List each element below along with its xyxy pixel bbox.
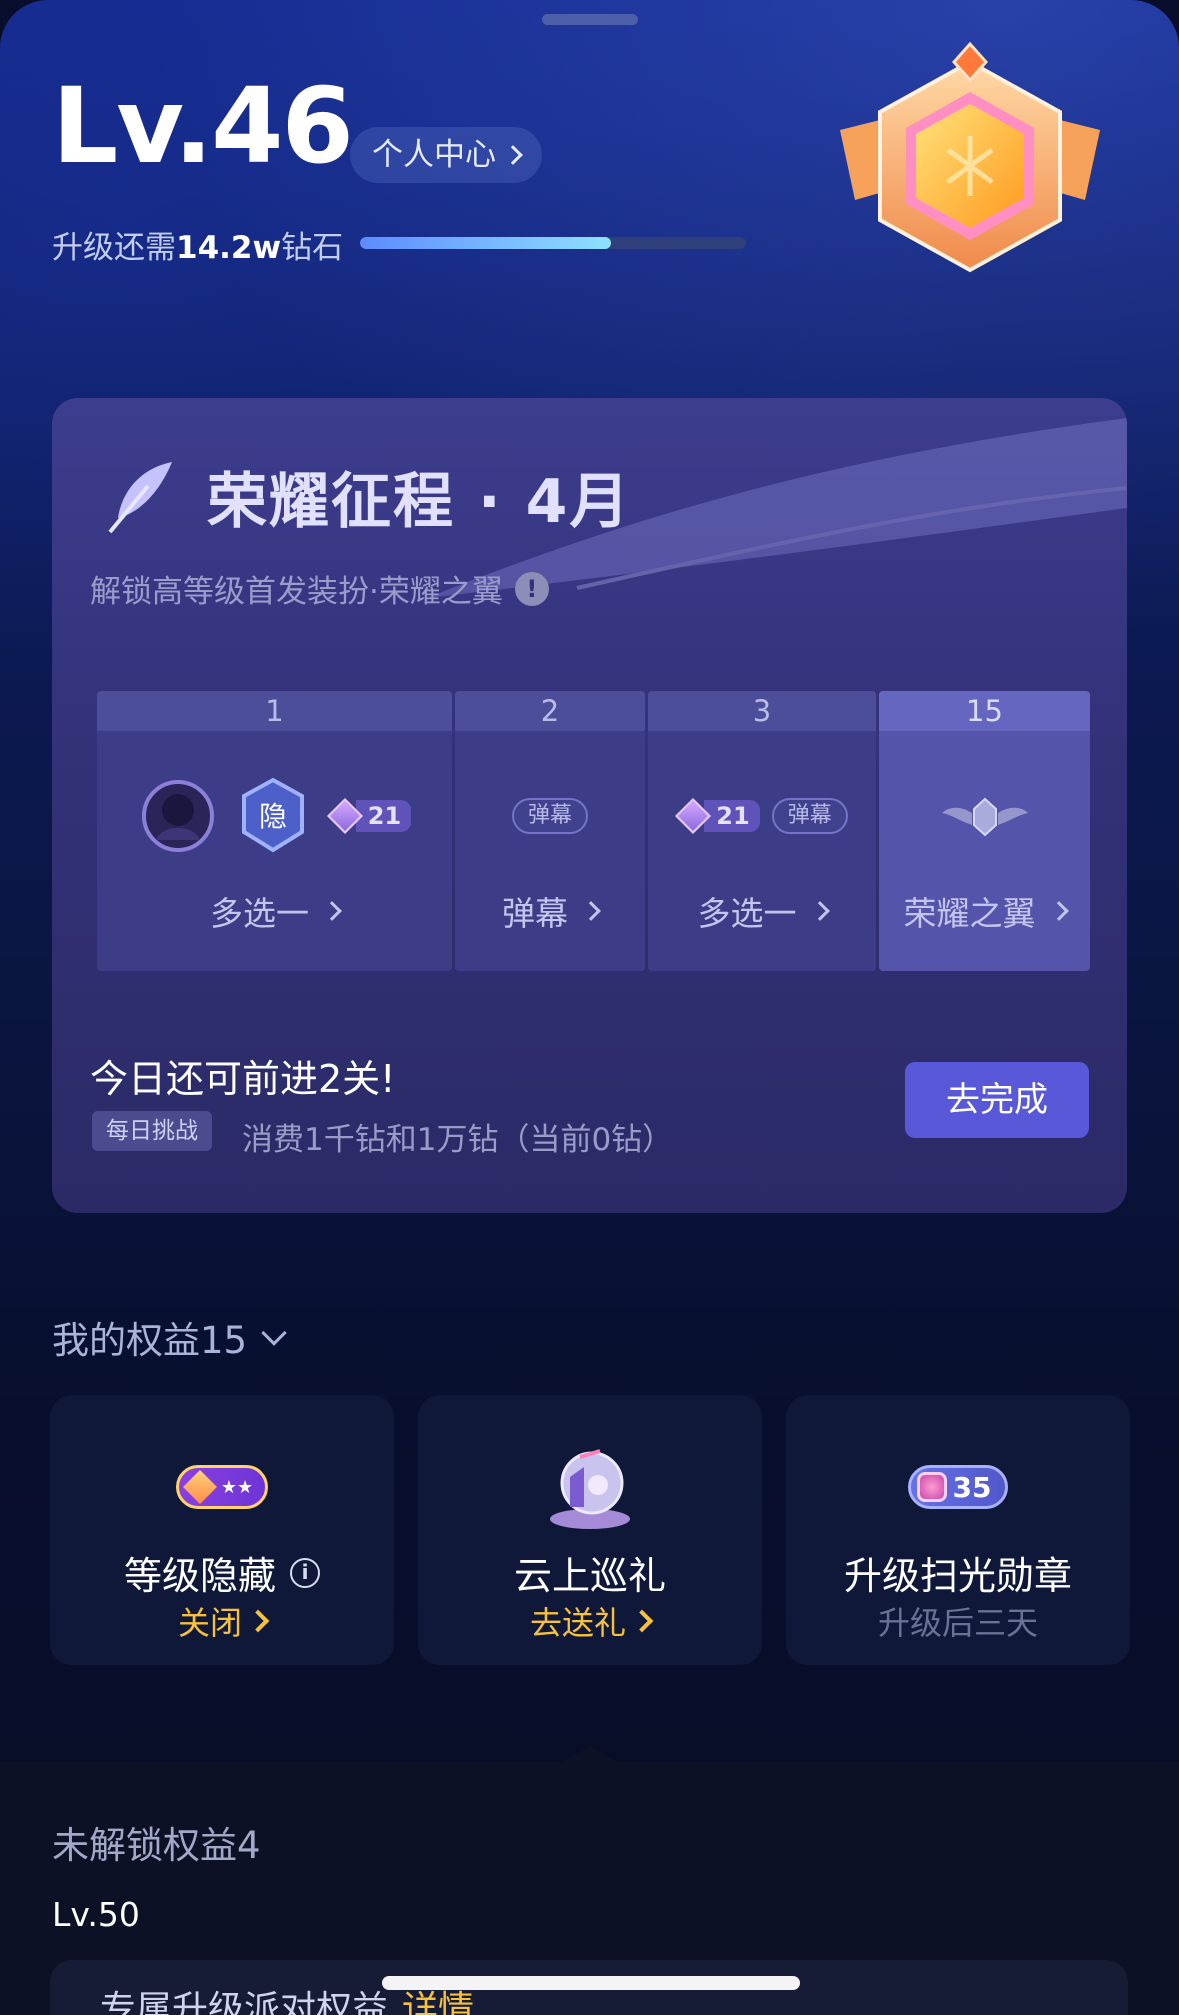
right-action[interactable]: 关闭: [50, 1598, 394, 1644]
step-label-text: 多选一: [697, 894, 797, 933]
reward-step-15[interactable]: 15 荣耀之翼: [879, 691, 1090, 971]
right-title-row: 云上巡礼: [418, 1545, 762, 1600]
step-label-text: 弹幕: [502, 894, 568, 933]
right-icon-wrap: [418, 1437, 762, 1537]
level-badge-icon: [840, 41, 1100, 273]
go-complete-button[interactable]: 去完成: [905, 1062, 1089, 1138]
personal-center-label: 个人中心: [372, 137, 496, 173]
step-rewards: [879, 771, 1090, 861]
right-title-row: 等级隐藏 i: [50, 1545, 394, 1600]
reward-steps: 1 隐 21 多选一 2 弹幕 弹幕 3 21 弹幕 多选一 15 荣耀之翼: [97, 691, 1090, 971]
avatar-frame-icon: [141, 780, 214, 852]
level-sheet: Lv.46 个人中心 升级还需14.2w钻石 荣耀征程 · 4月 解锁高等级首发…: [0, 0, 1179, 2015]
chevron-right-icon: [322, 901, 342, 921]
right-action[interactable]: 去送礼: [418, 1598, 762, 1644]
glory-subtitle: 解锁高等级首发装扮·荣耀之翼: [90, 574, 503, 610]
upgrade-prefix: 升级还需: [52, 230, 176, 266]
sheet-grabber[interactable]: [542, 14, 638, 25]
chevron-right-icon: [630, 1609, 654, 1633]
danmaku-chip: 弹幕: [511, 798, 588, 834]
right-status-label: 升级后三天: [877, 1604, 1038, 1642]
upgrade-requirement: 升级还需14.2w钻石: [52, 222, 343, 267]
step-label-text: 荣耀之翼: [903, 894, 1036, 933]
glory-title: 荣耀征程 · 4月: [207, 467, 632, 537]
level-value: Lv.46: [52, 65, 354, 187]
rights-list: ★★ 等级隐藏 i 关闭 云上巡礼 去送礼 35 升级扫光勋章 升级后三天: [50, 1395, 1130, 1665]
feather-icon: [108, 462, 172, 534]
right-icon-wrap: 35: [786, 1437, 1130, 1537]
chevron-down-icon: [261, 1320, 287, 1346]
medal-level: 35: [952, 1470, 992, 1504]
diamond-21-icon: 21: [675, 797, 760, 835]
locked-rights-title: 未解锁权益4: [52, 1824, 261, 1867]
level-hide-icon: ★★: [175, 1465, 269, 1509]
right-level-hide[interactable]: ★★ 等级隐藏 i 关闭: [50, 1395, 394, 1665]
svg-text:隐: 隐: [259, 800, 287, 833]
right-shine-medal[interactable]: 35 升级扫光勋章 升级后三天: [786, 1395, 1130, 1665]
right-icon-wrap: ★★: [50, 1437, 394, 1537]
step-number: 1: [97, 691, 452, 731]
step-number: 15: [879, 691, 1090, 731]
upgrade-amount: 14.2w: [176, 230, 282, 266]
step-label: 多选一: [648, 887, 876, 935]
step-label: 弹幕: [455, 887, 645, 935]
reward-step-3[interactable]: 3 21 弹幕 多选一: [648, 691, 876, 971]
level-progress-bar: [360, 237, 746, 249]
step-rewards: 弹幕: [455, 771, 645, 861]
today-progress-text: 今日还可前进2关!: [90, 1057, 396, 1101]
step-number: 3: [648, 691, 876, 731]
home-indicator[interactable]: [382, 1976, 800, 1990]
info-circle-icon[interactable]: i: [290, 1557, 320, 1588]
chevron-right-icon: [503, 145, 523, 165]
details-link[interactable]: 详情: [402, 1989, 474, 2015]
locked-level: Lv.50: [52, 1895, 140, 1934]
locked-right-title: 专属升级派对权益: [100, 1989, 389, 2015]
my-rights-title: 我的权益15: [52, 1319, 248, 1362]
chevron-right-icon: [581, 901, 601, 921]
my-rights-toggle[interactable]: 我的权益15: [52, 1310, 287, 1364]
right-title-row: 升级扫光勋章: [786, 1545, 1130, 1600]
danmaku-chip: 弹幕: [771, 798, 848, 834]
step-rewards: 隐 21: [97, 771, 452, 861]
step-label: 多选一: [97, 887, 452, 935]
right-title: 云上巡礼: [513, 1554, 666, 1598]
glory-subtitle-row: 解锁高等级首发装扮·荣耀之翼 !: [90, 566, 549, 611]
reward-step-2[interactable]: 2 弹幕 弹幕: [455, 691, 645, 971]
upgrade-suffix: 钻石: [281, 230, 344, 266]
right-status: 升级后三天: [786, 1598, 1130, 1644]
personal-center-button[interactable]: 个人中心: [350, 127, 542, 183]
spend-requirement: 消费1千钻和1万钻（当前0钻）: [242, 1122, 674, 1158]
chevron-right-icon: [809, 901, 830, 921]
glory-wing-icon: [941, 797, 1028, 837]
glory-journey-card: 荣耀征程 · 4月 解锁高等级首发装扮·荣耀之翼 ! 1 隐 21 多选一 2 …: [52, 398, 1127, 1213]
chevron-right-icon: [1048, 901, 1069, 921]
gem-count: 21: [704, 800, 760, 832]
hidden-badge-icon: 隐: [241, 777, 304, 853]
daily-challenge-tag: 每日挑战: [92, 1111, 212, 1151]
right-title: 等级隐藏: [123, 1554, 276, 1598]
right-action-label: 去送礼: [529, 1604, 626, 1642]
step-rewards: 21 弹幕: [648, 771, 876, 861]
shine-medal-icon: 35: [907, 1465, 1009, 1509]
level-progress-fill: [360, 237, 611, 249]
step-label-text: 多选一: [210, 894, 309, 933]
right-cloud-parade[interactable]: 云上巡礼 去送礼: [418, 1395, 762, 1665]
info-icon[interactable]: !: [514, 571, 549, 606]
step-number: 2: [455, 691, 645, 731]
right-title: 升级扫光勋章: [843, 1554, 1072, 1598]
gem-count: 21: [355, 800, 412, 832]
step-label: 荣耀之翼: [879, 887, 1090, 935]
reward-step-1[interactable]: 1 隐 21 多选一: [97, 691, 452, 971]
chevron-right-icon: [246, 1609, 270, 1633]
right-action-label: 关闭: [177, 1604, 242, 1642]
cloud-parade-icon: [550, 1449, 630, 1529]
diamond-21-icon: 21: [326, 797, 412, 835]
